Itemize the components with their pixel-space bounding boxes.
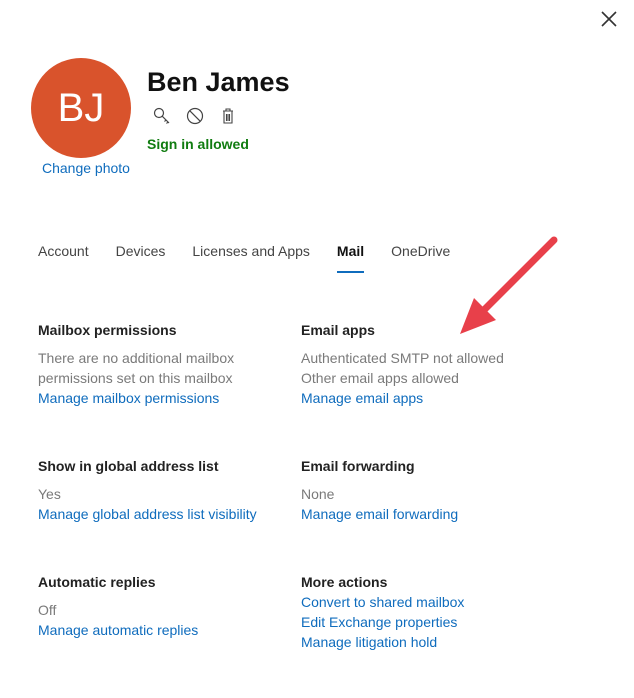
manage-email-forwarding-link[interactable]: Manage email forwarding — [301, 504, 551, 524]
section-value: There are no additional mailbox permissi… — [38, 350, 235, 386]
tab-account[interactable]: Account — [38, 243, 89, 267]
section-value: Authenticated SMTP not allowed — [301, 350, 504, 366]
section-value: None — [301, 486, 335, 502]
manage-gal-visibility-link[interactable]: Manage global address list visibility — [38, 504, 288, 524]
tab-devices[interactable]: Devices — [116, 243, 166, 267]
section-title: Automatic replies — [38, 574, 156, 590]
manage-email-apps-link[interactable]: Manage email apps — [301, 388, 551, 408]
tab-licenses-and-apps[interactable]: Licenses and Apps — [192, 243, 310, 267]
manage-litigation-hold-link[interactable]: Manage litigation hold — [301, 632, 551, 652]
section-title: Show in global address list — [38, 458, 219, 474]
block-icon[interactable] — [185, 106, 205, 126]
tab-onedrive[interactable]: OneDrive — [391, 243, 450, 267]
user-name: Ben James — [147, 67, 290, 97]
section-automatic-replies: Automatic replies Off Manage automatic r… — [38, 572, 288, 640]
convert-to-shared-mailbox-link[interactable]: Convert to shared mailbox — [301, 592, 551, 612]
section-email-forwarding: Email forwarding None Manage email forwa… — [301, 456, 551, 524]
close-icon — [601, 11, 617, 27]
section-value: Other email apps allowed — [301, 370, 459, 386]
sign-in-status: Sign in allowed — [147, 136, 249, 152]
tab-bar: Account Devices Licenses and Apps Mail O… — [38, 243, 477, 273]
section-mailbox-permissions: Mailbox permissions There are no additio… — [38, 320, 288, 408]
trash-icon[interactable] — [218, 106, 238, 126]
section-value: Yes — [38, 486, 61, 502]
change-photo-link[interactable]: Change photo — [42, 160, 130, 176]
section-title: More actions — [301, 574, 388, 590]
manage-automatic-replies-link[interactable]: Manage automatic replies — [38, 620, 288, 640]
manage-mailbox-permissions-link[interactable]: Manage mailbox permissions — [38, 388, 288, 408]
key-icon[interactable] — [152, 106, 172, 126]
tab-mail[interactable]: Mail — [336, 243, 365, 273]
section-title: Email forwarding — [301, 458, 415, 474]
section-title: Mailbox permissions — [38, 322, 177, 338]
section-more-actions: More actions Convert to shared mailbox E… — [301, 572, 551, 652]
edit-exchange-properties-link[interactable]: Edit Exchange properties — [301, 612, 551, 632]
section-value: Off — [38, 602, 57, 618]
user-actions — [152, 106, 238, 126]
avatar: BJ — [31, 58, 131, 158]
close-button[interactable] — [598, 8, 620, 30]
annotation-arrow-icon — [460, 236, 558, 334]
section-global-address-list: Show in global address list Yes Manage g… — [38, 456, 288, 524]
avatar-initials: BJ — [57, 85, 105, 130]
